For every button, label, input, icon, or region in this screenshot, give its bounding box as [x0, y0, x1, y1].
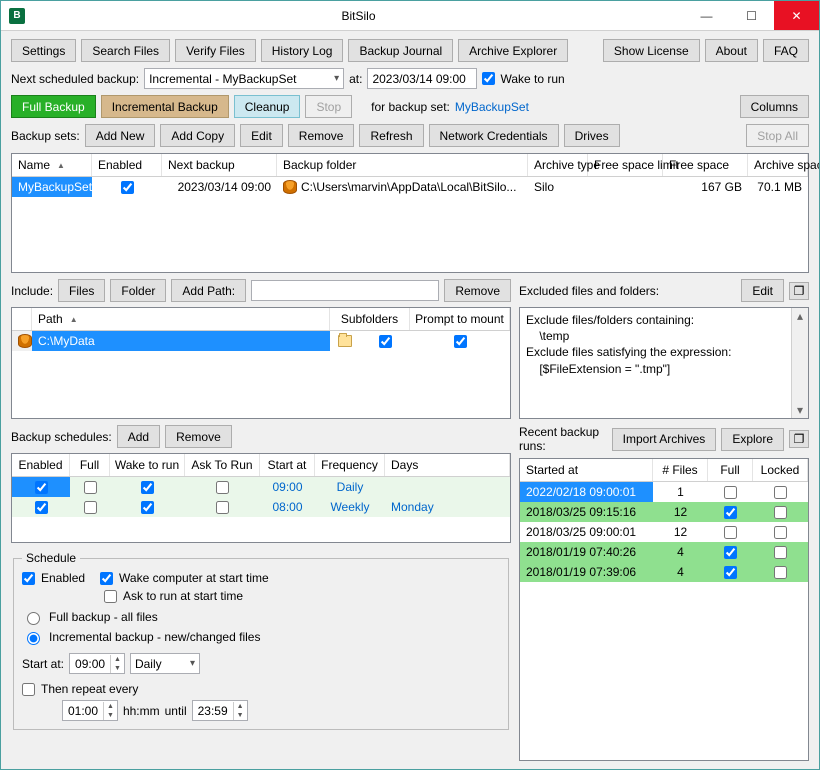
table-row[interactable]: MyBackupSet 2023/03/14 09:00 C:\Users\ma…: [12, 177, 808, 197]
table-row[interactable]: 2018/01/19 07:39:064: [520, 562, 808, 582]
folder-icon: [338, 335, 352, 347]
table-row[interactable]: 08:00WeeklyMonday: [12, 497, 510, 517]
recent-runs-label: Recent backup runs:: [519, 425, 607, 453]
col-subfolders[interactable]: Subfolders: [330, 308, 410, 330]
maximize-button[interactable]: ☐: [729, 1, 774, 30]
schedule-legend: Schedule: [22, 551, 80, 565]
col-name[interactable]: Name: [12, 154, 92, 176]
close-button[interactable]: ✕: [774, 1, 819, 30]
titlebar: B BitSilo — ☐ ✕: [1, 1, 819, 31]
edit-set-button[interactable]: Edit: [240, 124, 283, 147]
wake-computer-checkbox[interactable]: [100, 572, 113, 585]
add-path-field[interactable]: [251, 280, 439, 301]
window-title: BitSilo: [33, 9, 684, 23]
include-files-button[interactable]: Files: [58, 279, 105, 302]
refresh-sets-button[interactable]: Refresh: [359, 124, 423, 147]
table-row[interactable]: C:\MyData: [12, 331, 510, 351]
wake-to-run-label: Wake to run: [500, 72, 564, 86]
ask-to-run-checkbox[interactable]: [104, 590, 117, 603]
col-path[interactable]: Path: [32, 308, 330, 330]
add-path-button[interactable]: Add Path:: [171, 279, 246, 302]
backup-sets-label: Backup sets:: [11, 129, 80, 143]
minimize-button[interactable]: —: [684, 1, 729, 30]
archive-explorer-button[interactable]: Archive Explorer: [458, 39, 568, 62]
next-scheduled-label: Next scheduled backup:: [11, 72, 139, 86]
remove-set-button[interactable]: Remove: [288, 124, 355, 147]
columns-button[interactable]: Columns: [740, 95, 809, 118]
edit-exclusions-button[interactable]: Edit: [741, 279, 784, 302]
settings-button[interactable]: Settings: [11, 39, 76, 62]
start-time-spinner[interactable]: ▲▼: [69, 653, 125, 674]
database-icon: [18, 334, 32, 348]
history-log-button[interactable]: History Log: [261, 39, 344, 62]
col-limit[interactable]: Free space limit: [588, 154, 663, 176]
stop-button[interactable]: Stop: [305, 95, 352, 118]
show-license-button[interactable]: Show License: [603, 39, 700, 62]
sched-enabled-checkbox[interactable]: [22, 572, 35, 585]
scrollbar[interactable]: ▴▾: [791, 308, 808, 418]
include-grid[interactable]: Path Subfolders Prompt to mount C:\MyDat…: [11, 307, 511, 419]
table-row[interactable]: 2022/02/18 09:00:011: [520, 482, 808, 502]
table-row[interactable]: 2018/01/19 07:40:264: [520, 542, 808, 562]
next-backup-combo[interactable]: Incremental - MyBackupSet: [144, 68, 344, 89]
include-remove-button[interactable]: Remove: [444, 279, 511, 302]
repeat-interval-spinner[interactable]: ▲▼: [62, 700, 118, 721]
set-enabled-checkbox[interactable]: [121, 181, 134, 194]
add-copy-set-button[interactable]: Add Copy: [160, 124, 235, 147]
for-backup-set-label: for backup set:: [371, 100, 450, 114]
exclusions-list: Exclude files/folders containing: \temp …: [519, 307, 809, 419]
popout-icon[interactable]: ❐: [789, 282, 809, 300]
excluded-header: Excluded files and folders:: [519, 284, 736, 298]
add-new-set-button[interactable]: Add New: [85, 124, 156, 147]
repeat-until-spinner[interactable]: ▲▼: [192, 700, 248, 721]
app-window: B BitSilo — ☐ ✕ Settings Search Files Ve…: [0, 0, 820, 770]
explore-button[interactable]: Explore: [721, 428, 784, 451]
full-backup-radio[interactable]: [27, 612, 40, 625]
col-space[interactable]: Archive space: [748, 154, 808, 176]
app-icon: B: [9, 8, 25, 24]
backup-journal-button[interactable]: Backup Journal: [348, 39, 453, 62]
wake-to-run-checkbox[interactable]: [482, 72, 495, 85]
include-label: Include:: [11, 284, 53, 298]
backup-set-link[interactable]: MyBackupSet: [455, 100, 529, 114]
subfolders-checkbox[interactable]: [379, 335, 392, 348]
faq-button[interactable]: FAQ: [763, 39, 809, 62]
table-row[interactable]: 09:00Daily: [12, 477, 510, 497]
full-backup-button[interactable]: Full Backup: [11, 95, 96, 118]
popout-icon[interactable]: ❐: [789, 430, 809, 448]
incremental-backup-radio[interactable]: [27, 632, 40, 645]
backup-sets-grid[interactable]: Name Enabled Next backup Backup folder A…: [11, 153, 809, 273]
incremental-backup-button[interactable]: Incremental Backup: [101, 95, 229, 118]
about-button[interactable]: About: [705, 39, 758, 62]
cleanup-button[interactable]: Cleanup: [234, 95, 301, 118]
network-creds-button[interactable]: Network Credentials: [429, 124, 559, 147]
schedule-fieldset: Schedule Enabled Wake computer at start …: [13, 551, 509, 730]
table-row[interactable]: 2018/03/25 09:15:1612: [520, 502, 808, 522]
schedules-grid[interactable]: Enabled Full Wake to run Ask To Run Star…: [11, 453, 511, 543]
col-type[interactable]: Archive type: [528, 154, 588, 176]
verify-files-button[interactable]: Verify Files: [175, 39, 256, 62]
add-schedule-button[interactable]: Add: [117, 425, 160, 448]
frequency-combo[interactable]: Daily: [130, 653, 200, 674]
at-label: at:: [349, 72, 362, 86]
table-row[interactable]: 2018/03/25 09:00:0112: [520, 522, 808, 542]
remove-schedule-button[interactable]: Remove: [165, 425, 232, 448]
col-free[interactable]: Free space: [663, 154, 748, 176]
include-folder-button[interactable]: Folder: [110, 279, 166, 302]
stop-all-button[interactable]: Stop All: [746, 124, 809, 147]
prompt-mount-checkbox[interactable]: [454, 335, 467, 348]
next-time-field[interactable]: [367, 68, 477, 89]
repeat-checkbox[interactable]: [22, 683, 35, 696]
import-archives-button[interactable]: Import Archives: [612, 428, 717, 451]
recent-runs-grid[interactable]: Started at # Files Full Locked 2022/02/1…: [519, 458, 809, 761]
col-folder[interactable]: Backup folder: [277, 154, 528, 176]
col-next[interactable]: Next backup: [162, 154, 277, 176]
col-prompt[interactable]: Prompt to mount: [410, 308, 510, 330]
drives-button[interactable]: Drives: [564, 124, 620, 147]
schedules-label: Backup schedules:: [11, 430, 112, 444]
search-files-button[interactable]: Search Files: [81, 39, 170, 62]
col-enabled[interactable]: Enabled: [92, 154, 162, 176]
database-icon: [283, 180, 297, 194]
